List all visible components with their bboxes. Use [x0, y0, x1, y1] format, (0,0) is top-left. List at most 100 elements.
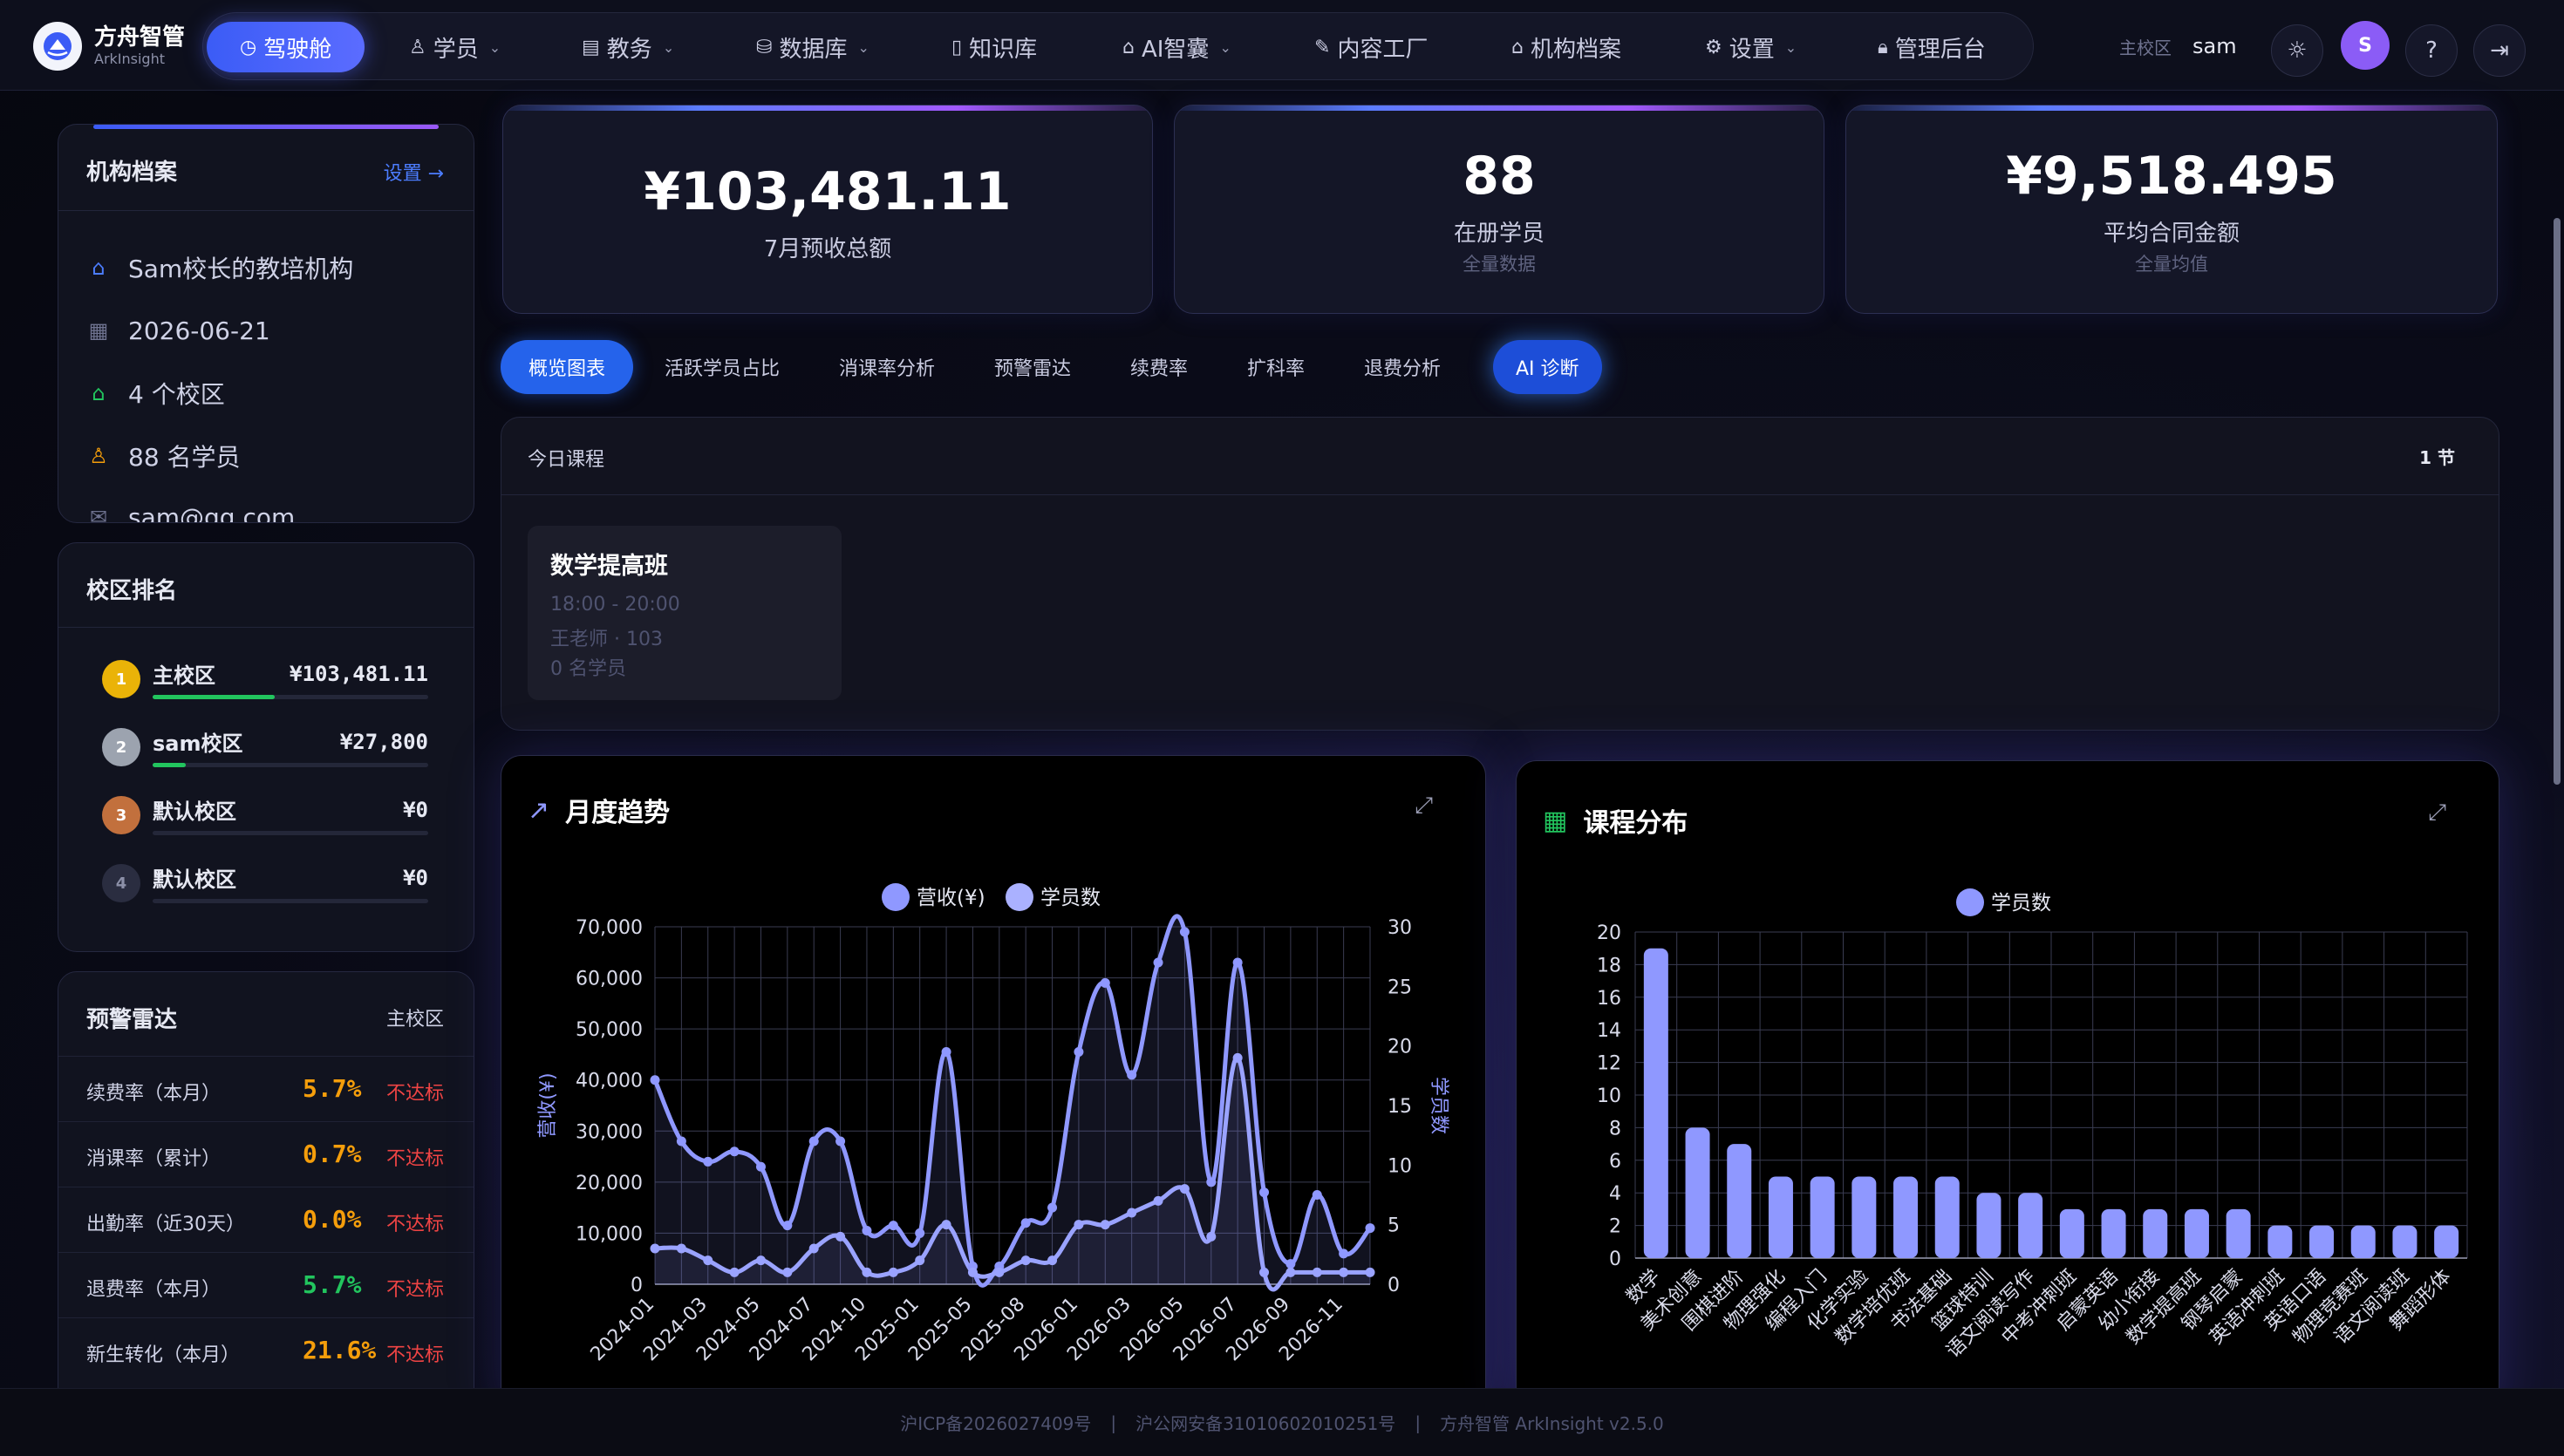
radar-title: 预警雷达	[86, 1007, 178, 1033]
nav-content-factory[interactable]: ✎ 内容工厂	[1314, 22, 1428, 72]
divider	[58, 627, 474, 628]
chevron-down-icon: ⌄	[1219, 38, 1231, 56]
y-tick-label: 20,000	[576, 1173, 643, 1194]
bar	[1685, 1127, 1710, 1258]
radar-campus[interactable]: 主校区	[386, 1004, 444, 1031]
tab-consumption-rate[interactable]: 消课率分析	[839, 340, 935, 394]
org-name: Sam校长的教培机构	[128, 255, 354, 283]
y2-tick-label: 5	[1388, 1215, 1400, 1237]
current-campus[interactable]: 主校区	[2119, 34, 2172, 59]
students-point	[729, 1267, 740, 1277]
clock-icon: ◷	[240, 36, 257, 58]
brand[interactable]: 方舟智管 ArkInsight	[33, 19, 185, 73]
tab-overview[interactable]: 概览图表	[501, 340, 634, 394]
card-accent-line	[1175, 105, 1824, 111]
police-record[interactable]: 沪公网安备31010602010251号	[1135, 1410, 1395, 1435]
nav-label: 内容工厂	[1337, 36, 1429, 63]
today-title: 今日课程	[528, 449, 605, 471]
warning-row[interactable]: 出勤率（近30天） 0.0% 不达标	[58, 1187, 474, 1251]
tab-warning-radar[interactable]: 预警雷达	[994, 340, 1071, 394]
book-icon: ▯	[951, 36, 963, 58]
page-scrollbar[interactable]	[2554, 218, 2561, 785]
rank-campus-name: 默认校区	[153, 799, 236, 824]
stat-card-revenue: ¥103,481.11 7月预收总额	[502, 105, 1153, 314]
nav-settings[interactable]: ⚙ 设置 ⌄	[1705, 22, 1797, 72]
y-tick-label: 0	[1609, 1248, 1621, 1270]
tab-expansion-rate[interactable]: 扩科率	[1247, 340, 1305, 394]
chevron-down-icon: ⌄	[1784, 38, 1797, 56]
tab-active-students[interactable]: 活跃学员占比	[665, 340, 780, 394]
y-tick-label: 2	[1609, 1216, 1621, 1238]
legend-swatch-revenue	[882, 883, 910, 911]
tab-renewal-rate[interactable]: 续费率	[1130, 340, 1188, 394]
nav-academic[interactable]: ▤ 教务 ⌄	[582, 22, 674, 72]
nav-admin[interactable]: 🔒︎ 管理后台	[1878, 22, 1986, 72]
nav-students[interactable]: ♙ 学员 ⌄	[409, 22, 501, 72]
students-point	[1232, 1052, 1243, 1063]
user-name[interactable]: sam	[2192, 34, 2237, 58]
edit-icon: ✎	[1314, 36, 1331, 58]
rank-progress-track	[153, 831, 428, 835]
revenue-point	[1259, 1187, 1270, 1198]
course-students: 0 名学员	[550, 658, 626, 680]
bar	[2184, 1208, 2209, 1258]
nav-knowledge[interactable]: ▯ 知识库	[951, 22, 1037, 72]
warning-row[interactable]: 续费率（本月） 5.7% 不达标	[58, 1056, 474, 1120]
course-card[interactable]: 数学提高班 18:00 - 20:00 王老师 · 103 0 名学员	[528, 526, 842, 700]
warning-status: 不达标	[385, 1148, 444, 1170]
robot-icon: ⌂	[1122, 36, 1135, 58]
revenue-point	[1047, 1202, 1058, 1213]
logout-button[interactable]: ⇥	[2473, 24, 2526, 77]
org-students: 88 名学员	[128, 443, 241, 472]
revenue-point	[1339, 1248, 1349, 1259]
y2-tick-label: 0	[1388, 1275, 1400, 1296]
revenue-point	[782, 1221, 793, 1231]
icp-record[interactable]: 沪ICP备2026027409号	[900, 1410, 1091, 1435]
nav-database[interactable]: ⛁ 数据库 ⌄	[756, 22, 869, 72]
nav-org-profile[interactable]: ⌂ 机构档案	[1511, 22, 1621, 72]
theme-toggle-button[interactable]: ☼	[2271, 24, 2323, 77]
main-nav: ◷ 驾驶舱 ♙ 学员 ⌄ ▤ 教务 ⌄ ⛁ 数据库 ⌄ ▯ 知识库 ⌂ AI智囊…	[202, 12, 2034, 80]
nav-ai[interactable]: ⌂ AI智囊 ⌄	[1122, 22, 1231, 72]
help-button[interactable]: ?	[2405, 24, 2458, 77]
warning-row[interactable]: 消课率（累计） 0.7% 不达标	[58, 1121, 474, 1186]
revenue-point	[1285, 1259, 1296, 1269]
revenue-point	[1179, 927, 1190, 937]
stat-label: 平均合同金额	[2103, 221, 2240, 247]
user-area: 主校区 sam	[2119, 19, 2237, 73]
tab-ai-diagnosis[interactable]: AI 诊断	[1493, 340, 1602, 394]
calendar-icon: ▦	[88, 318, 109, 343]
org-campuses: 4 个校区	[128, 380, 225, 409]
rank-campus-name: sam校区	[153, 731, 243, 756]
avatar[interactable]: S	[2341, 21, 2390, 70]
course-time: 18:00 - 20:00	[550, 594, 680, 616]
legend-label-students: 学员数	[1991, 892, 2051, 915]
tab-refund-analysis[interactable]: 退费分析	[1364, 340, 1441, 394]
students-point	[1365, 1267, 1375, 1277]
warning-status: 不达标	[385, 1344, 444, 1366]
students-point	[1312, 1267, 1322, 1277]
course-distribution-card: ▦ 课程分布 ⤢ 0 2 4 6 8 10 12 14 16 18 20 数学 美术创意 围棋进阶 物理强化…	[1516, 760, 2499, 1418]
org-campuses-row: ⌂ 4 个校区	[86, 376, 225, 411]
revenue-point	[1127, 1070, 1137, 1080]
y-tick-label: 60,000	[576, 969, 643, 990]
students-point	[676, 1243, 686, 1254]
nav-cockpit[interactable]: ◷ 驾驶舱	[207, 22, 365, 72]
warning-value: 0.0%	[303, 1205, 362, 1234]
bar	[2101, 1208, 2126, 1258]
warning-row[interactable]: 新生转化（本月） 21.6% 不达标	[58, 1317, 474, 1382]
brand-name: 方舟智管	[94, 24, 186, 51]
revenue-point	[1153, 957, 1163, 968]
nav-label: 知识库	[969, 36, 1038, 63]
course-teacher: 王老师 · 103	[550, 629, 663, 650]
warning-row[interactable]: 退费率（本月） 5.7% 不达标	[58, 1252, 474, 1317]
rank-campus-value: ¥27,800	[339, 730, 428, 754]
org-profile-card: 机构档案 设置 → ⌂ Sam校长的教培机构 ▦ 2026-06-21 ⌂ 4 …	[58, 124, 474, 523]
y-tick-label: 70,000	[576, 917, 643, 939]
bar	[1810, 1176, 1835, 1258]
legend-label-students: 学员数	[1040, 887, 1101, 909]
students-point	[755, 1255, 766, 1266]
y2-tick-label: 15	[1388, 1096, 1412, 1118]
org-setting-link[interactable]: 设置 →	[384, 158, 444, 186]
students-point	[650, 1243, 660, 1254]
